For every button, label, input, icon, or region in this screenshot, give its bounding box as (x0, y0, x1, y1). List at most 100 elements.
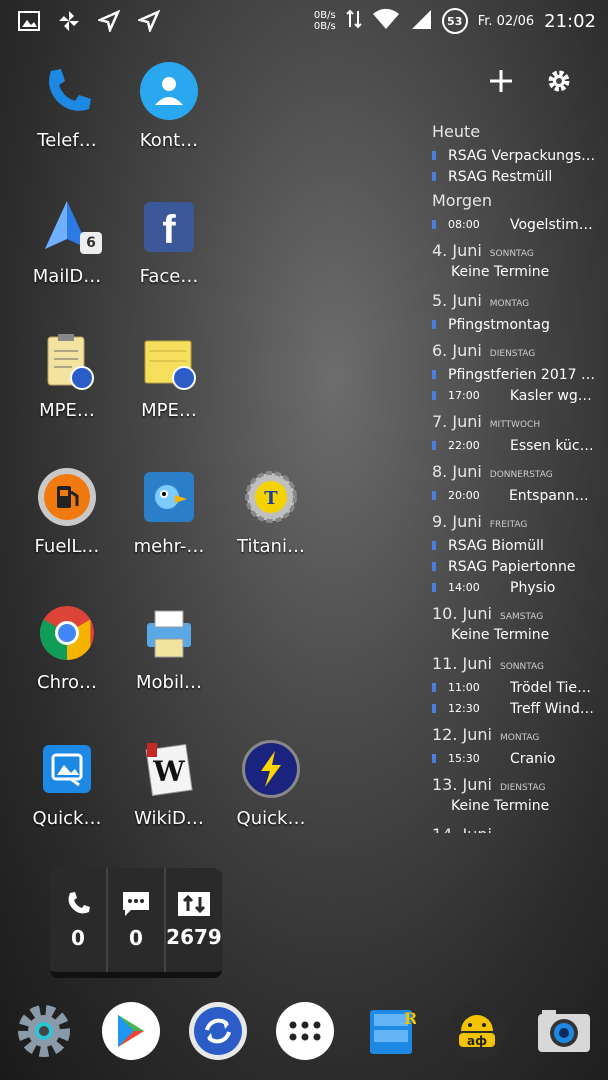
event-time: 12:30 (448, 702, 480, 715)
app-wikidroid[interactable]: W WikiD… (114, 740, 224, 829)
agenda-event[interactable]: 14:00 Physio (426, 577, 596, 598)
battery-icon: 53 (441, 8, 468, 34)
event-time: 22:00 (448, 439, 480, 452)
send-icon (96, 9, 121, 36)
android-forum-icon[interactable]: aф (448, 1002, 506, 1060)
agenda-event[interactable]: RSAG Papiertonne (426, 556, 596, 577)
app-chrome[interactable]: Chro… (12, 604, 122, 693)
event-color-bar (432, 541, 436, 550)
message-icon (123, 892, 149, 916)
signal-icon (410, 8, 432, 34)
event-color-bar (432, 220, 436, 229)
no-events: Keine Termine (451, 798, 550, 814)
day-weekday: DIENSTAG (489, 349, 536, 359)
app-telefon[interactable]: Telef… (12, 62, 122, 151)
gallery-icon (18, 11, 40, 35)
event-title: Entspannu… (508, 487, 596, 504)
event-time: 15:30 (448, 752, 480, 765)
camera-icon[interactable] (535, 1002, 593, 1060)
agenda-event[interactable]: 12:30 Treff Wind… (426, 698, 596, 719)
day-date: 4. Juni (432, 241, 482, 260)
app-mobile-print[interactable]: Mobil… (114, 604, 224, 693)
event-color-bar (432, 441, 436, 450)
section-today: Heute (432, 122, 481, 141)
app-mpe-1[interactable]: MPE… (12, 332, 122, 421)
app-facebook[interactable]: f Face… (114, 198, 224, 287)
section-tomorrow: Morgen (432, 191, 493, 210)
event-color-bar (432, 754, 436, 763)
status-bar: 0B/s 0B/s 53 Fr. 02/06 21:02 (0, 0, 608, 44)
event-time: 20:00 (448, 489, 480, 502)
bird-icon (144, 472, 194, 522)
event-color-bar (432, 370, 436, 379)
settings-icon[interactable] (15, 1002, 73, 1060)
agenda-event[interactable]: Pfingstferien 2017 N… (426, 364, 596, 385)
day-weekday: DONNERSTAG (489, 470, 553, 480)
app-quickpic[interactable]: Quick… (12, 740, 122, 829)
agenda-event[interactable]: 15:30 Cranio (426, 748, 596, 769)
event-title: RSAG Restmüll (448, 168, 553, 185)
agenda-event[interactable]: 20:00 Entspannu… (426, 485, 596, 506)
app-mpe-2[interactable]: MPE… (114, 332, 224, 421)
sync-badge-icon (70, 366, 94, 390)
add-icon[interactable] (488, 68, 514, 98)
event-color-bar (432, 172, 436, 181)
agenda-event[interactable]: RSAG Verpackungs… (426, 145, 596, 166)
day-weekday: SAMSTAG (499, 612, 544, 622)
calls-counter[interactable]: 0 (50, 868, 108, 972)
event-color-bar (432, 151, 436, 160)
data-counter[interactable]: 2679 (166, 868, 222, 972)
event-time: 08:00 (448, 218, 480, 231)
agenda-event[interactable]: 22:00 Essen küc… (426, 435, 596, 456)
day-weekday: FREITAG (489, 520, 528, 530)
agenda-day-header: 11. Juni SONNTAG (432, 654, 596, 673)
event-color-bar (432, 683, 436, 692)
agenda-day-header: 10. Juni SAMSTAG (432, 604, 596, 623)
agenda-event[interactable]: Pfingstmontag (426, 314, 596, 335)
day-date: 14. Juni (432, 825, 492, 833)
contacts-icon (140, 62, 198, 120)
lightning-icon (242, 740, 300, 798)
event-color-bar (432, 491, 436, 500)
app-fuellog[interactable]: FuelL… (12, 468, 122, 557)
settings-gear-icon[interactable] (546, 68, 572, 98)
clipboard-icon (38, 332, 96, 390)
agenda-day-header: 9. Juni FREITAG (432, 512, 596, 531)
messages-counter[interactable]: 0 (108, 868, 166, 972)
play-store-icon[interactable] (102, 1002, 160, 1060)
event-title: Physio (510, 579, 556, 596)
event-title: RSAG Verpackungs… (448, 147, 596, 164)
day-date: 7. Juni (432, 412, 482, 431)
agenda-event[interactable]: RSAG Biomüll (426, 535, 596, 556)
day-date: 6. Juni (432, 341, 482, 360)
app-quick-charge[interactable]: Quick… (216, 740, 326, 829)
sync-icon[interactable] (189, 1002, 247, 1060)
event-title: Cranio (510, 750, 556, 767)
app-mehr-tanken[interactable]: mehr-… (114, 468, 224, 557)
agenda-day-header: 12. Juni MONTAG (432, 725, 596, 744)
day-weekday: MITTWOCH (489, 420, 541, 430)
app-maildroid[interactable]: 6 MailD… (12, 198, 122, 287)
file-explorer-icon[interactable]: R (362, 1002, 420, 1060)
agenda-day-header: 4. Juni SONNTAG (432, 241, 596, 260)
app-drawer-icon[interactable] (276, 1002, 334, 1060)
app-kontakte[interactable]: Kont… (114, 62, 224, 151)
calendar-agenda-widget[interactable]: Heute RSAG Verpackungs… RSAG Restmüll Mor… (426, 118, 596, 833)
titanium-icon: T (242, 468, 300, 526)
agenda-day-header: 6. Juni DIENSTAG (432, 341, 596, 360)
usage-counter-widget[interactable]: 0 0 2679 (50, 868, 222, 978)
event-title: Pfingstmontag (448, 316, 550, 333)
agenda-event[interactable]: 11:00 Trödel Tie… (426, 677, 596, 698)
app-titanium[interactable]: T Titani… (216, 468, 326, 557)
event-title: RSAG Biomüll (448, 537, 544, 554)
event-title: Treff Wind… (510, 700, 594, 717)
wiki-icon: W (140, 740, 198, 798)
data-transfer-icon (345, 9, 362, 33)
day-weekday: MONTAG (489, 299, 530, 309)
wifi-icon (372, 8, 400, 34)
agenda-event[interactable]: 08:00 Vogelstim… (426, 214, 596, 235)
event-color-bar (432, 320, 436, 329)
agenda-event[interactable]: RSAG Restmüll (426, 166, 596, 187)
status-date: Fr. 02/06 (477, 13, 535, 29)
agenda-event[interactable]: 17:00 Kasler wg.… (426, 385, 596, 406)
